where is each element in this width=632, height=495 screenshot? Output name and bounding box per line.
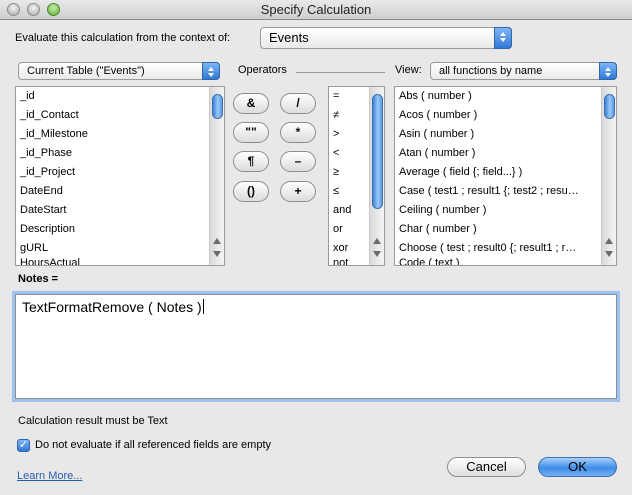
- ok-button[interactable]: OK: [538, 457, 617, 477]
- functions-scrollbar[interactable]: [601, 87, 616, 265]
- function-list-item[interactable]: Ceiling ( number ): [395, 201, 602, 220]
- scroll-up-icon[interactable]: [605, 238, 613, 244]
- scroll-up-icon[interactable]: [373, 238, 381, 244]
- fields-list[interactable]: _id _id_Contact _id_Milestone _id_Phase _id_…: [15, 86, 225, 266]
- formula-text: TextFormatRemove ( Notes ): [22, 299, 202, 315]
- operator-list-item[interactable]: or: [329, 220, 370, 239]
- operator-list-item[interactable]: =: [329, 87, 370, 106]
- cancel-button[interactable]: Cancel: [447, 457, 526, 477]
- subtract-operator-button[interactable]: –: [280, 151, 316, 172]
- field-list-item[interactable]: DateStart: [16, 201, 210, 220]
- scroll-up-icon[interactable]: [213, 238, 221, 244]
- operators-scrollbar[interactable]: [369, 87, 384, 265]
- field-list-item[interactable]: _id: [16, 87, 210, 106]
- scroll-thumb[interactable]: [604, 94, 615, 119]
- multiply-operator-button[interactable]: *: [280, 122, 316, 143]
- operator-list-item[interactable]: >: [329, 125, 370, 144]
- quotes-operator-button[interactable]: "": [233, 122, 269, 143]
- table-popup[interactable]: Current Table ("Events"): [18, 62, 220, 80]
- operator-list-item[interactable]: ≠: [329, 106, 370, 125]
- function-list-item[interactable]: Case ( test1 ; result1 {; test2 ; resu…: [395, 182, 602, 201]
- parentheses-operator-button[interactable]: (): [233, 181, 269, 202]
- function-list-item[interactable]: Average ( field {; field...} ): [395, 163, 602, 182]
- fields-scrollbar[interactable]: [209, 87, 224, 265]
- formula-field-label: Notes =: [18, 273, 59, 285]
- view-popup[interactable]: all functions by name: [430, 62, 617, 80]
- field-list-item[interactable]: _id_Contact: [16, 106, 210, 125]
- field-list-item[interactable]: Description: [16, 220, 210, 239]
- function-list-item[interactable]: Char ( number ): [395, 220, 602, 239]
- function-list-item[interactable]: Abs ( number ): [395, 87, 602, 106]
- result-type-label: Calculation result must be Text: [18, 415, 168, 427]
- context-value: Events: [269, 30, 309, 45]
- text-caret: [202, 299, 204, 314]
- operator-list-item[interactable]: not: [329, 254, 370, 265]
- function-list-item[interactable]: Atan ( number ): [395, 144, 602, 163]
- do-not-evaluate-label: Do not evaluate if all referenced fields…: [35, 439, 272, 451]
- concatenate-operator-button[interactable]: &: [233, 93, 269, 114]
- learn-more-link[interactable]: Learn More...: [17, 470, 82, 482]
- scroll-thumb[interactable]: [212, 94, 223, 119]
- operators-divider: [296, 72, 385, 73]
- operator-list-item[interactable]: and: [329, 201, 370, 220]
- dialog-content: Evaluate this calculation from the conte…: [0, 21, 632, 495]
- operators-label: Operators: [238, 64, 287, 76]
- formula-editor[interactable]: TextFormatRemove ( Notes ): [15, 294, 617, 399]
- context-label: Evaluate this calculation from the conte…: [15, 32, 231, 44]
- table-value: Current Table ("Events"): [27, 65, 145, 77]
- window-title: Specify Calculation: [260, 2, 372, 17]
- popup-arrows-icon: [599, 62, 617, 80]
- function-list-item[interactable]: Acos ( number ): [395, 106, 602, 125]
- view-label: View:: [395, 64, 422, 76]
- function-list-item[interactable]: Asin ( number ): [395, 125, 602, 144]
- field-list-item[interactable]: DateEnd: [16, 182, 210, 201]
- field-list-item[interactable]: _id_Milestone: [16, 125, 210, 144]
- functions-list[interactable]: Abs ( number ) Acos ( number ) Asin ( numb…: [394, 86, 617, 266]
- divide-operator-button[interactable]: /: [280, 93, 316, 114]
- scroll-down-icon[interactable]: [605, 251, 613, 257]
- comparison-operators-list[interactable]: = ≠ > < ≥ ≤ and or xor not: [328, 86, 385, 266]
- scroll-down-icon[interactable]: [373, 251, 381, 257]
- add-operator-button[interactable]: +: [280, 181, 316, 202]
- popup-arrows-icon: [202, 62, 220, 80]
- scroll-thumb[interactable]: [372, 94, 383, 209]
- context-popup[interactable]: Events: [260, 27, 512, 49]
- field-list-item[interactable]: HoursActual: [16, 254, 210, 265]
- pilcrow-operator-button[interactable]: ¶: [233, 151, 269, 172]
- title-bar: Specify Calculation: [0, 0, 632, 20]
- field-list-item[interactable]: _id_Project: [16, 163, 210, 182]
- operator-list-item[interactable]: <: [329, 144, 370, 163]
- operator-list-item[interactable]: ≤: [329, 182, 370, 201]
- operator-list-item[interactable]: ≥: [329, 163, 370, 182]
- scroll-down-icon[interactable]: [213, 251, 221, 257]
- view-value: all functions by name: [439, 65, 543, 77]
- field-list-item[interactable]: _id_Phase: [16, 144, 210, 163]
- do-not-evaluate-checkbox[interactable]: ✓: [17, 439, 30, 452]
- popup-arrows-icon: [494, 27, 512, 49]
